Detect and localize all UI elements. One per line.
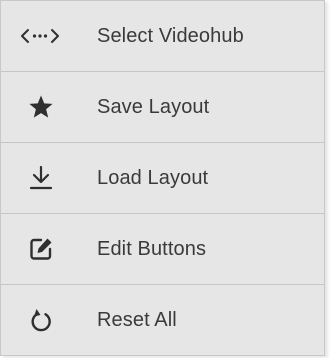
edit-pencil-icon xyxy=(20,234,78,264)
select-videohub-arrows-icon xyxy=(20,21,78,51)
menu-item-reset-all[interactable]: Reset All xyxy=(1,285,324,355)
menu-item-edit-buttons[interactable]: Edit Buttons xyxy=(1,214,324,285)
menu-item-label: Select Videohub xyxy=(97,24,244,47)
reset-circular-arrow-icon xyxy=(20,305,78,335)
menu-item-label: Save Layout xyxy=(97,95,210,118)
menu-item-label: Reset All xyxy=(97,308,177,331)
menu-item-label: Edit Buttons xyxy=(97,237,207,260)
menu-item-save-layout[interactable]: Save Layout xyxy=(1,72,324,143)
menu-item-load-layout[interactable]: Load Layout xyxy=(1,143,324,214)
download-arrow-icon xyxy=(20,163,78,193)
star-icon xyxy=(20,92,78,122)
menu-item-label: Load Layout xyxy=(97,166,209,189)
menu-item-select-videohub[interactable]: Select Videohub xyxy=(1,1,324,72)
context-menu: Select Videohub Save Layout Load Layout … xyxy=(0,0,325,356)
